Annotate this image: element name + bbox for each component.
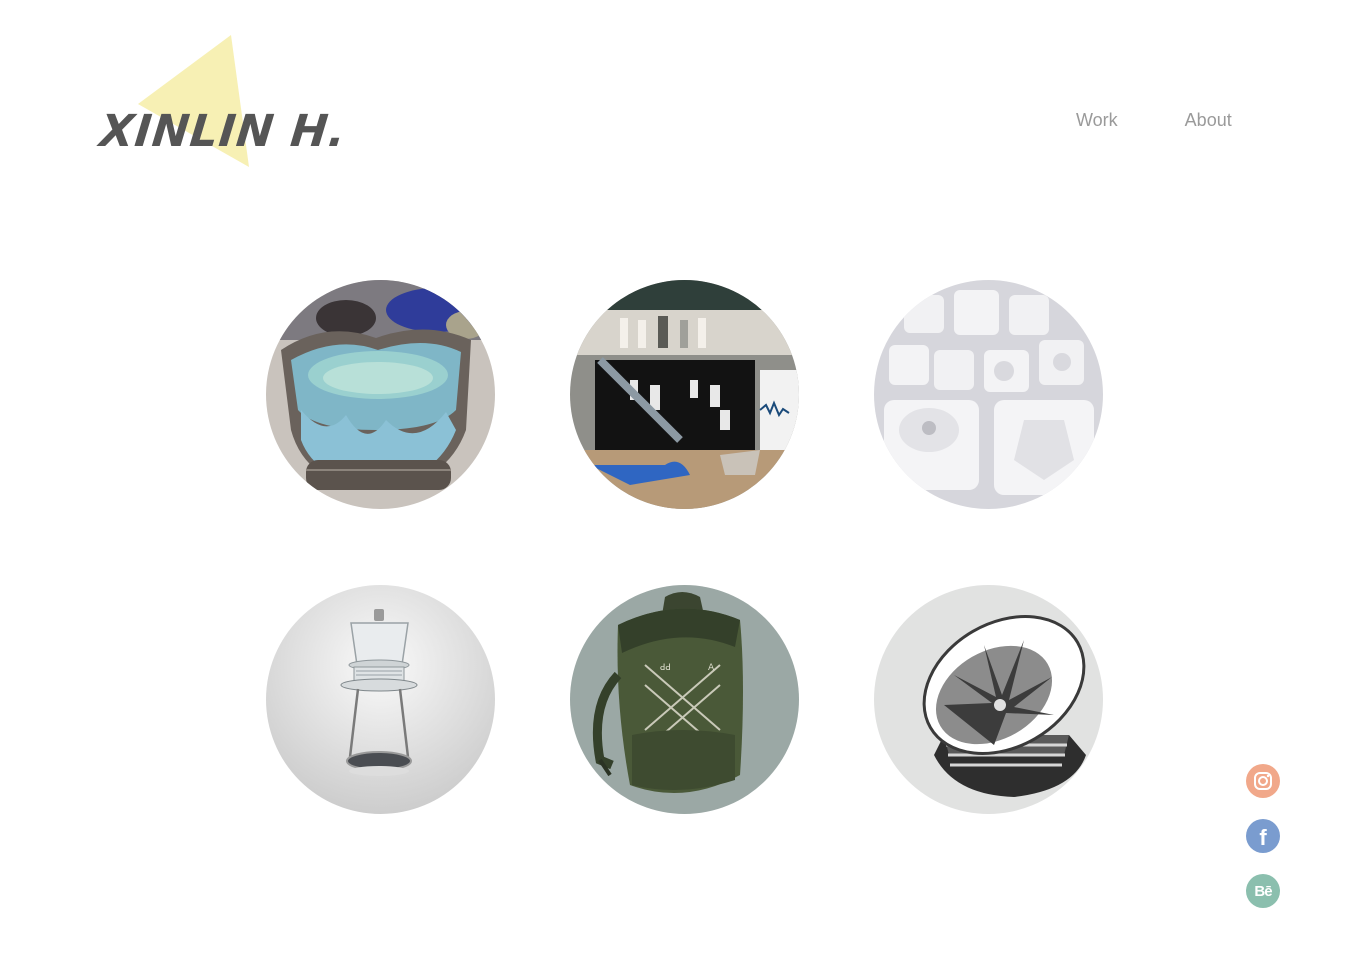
behance-icon[interactable]: Bē: [1246, 874, 1280, 908]
main-nav: Work About: [1076, 110, 1232, 131]
social-links: f Bē: [1246, 764, 1280, 908]
project-tile-speaker[interactable]: [874, 585, 1103, 814]
project-tile-plaster-molds[interactable]: [874, 280, 1103, 509]
logo-text: XINLIN H.: [97, 106, 349, 157]
page: XINLIN H. Work About ꓒꓒ ꓮ f Bē: [0, 0, 1366, 972]
site-logo[interactable]: XINLIN H.: [96, 32, 349, 172]
svg-text:ꓮ: ꓮ: [708, 663, 715, 673]
instagram-glyph-icon: [1254, 772, 1272, 790]
project-tile-ceramic-bowl[interactable]: [266, 280, 495, 509]
tea-infuser-image: [266, 585, 495, 814]
backpack-image: ꓒꓒ ꓮ: [570, 585, 799, 814]
project-tile-exhibition[interactable]: [570, 280, 799, 509]
nav-link-about[interactable]: About: [1185, 110, 1232, 131]
speaker-image: [874, 585, 1103, 814]
ceramic-bowl-image: [266, 280, 495, 509]
facebook-icon[interactable]: f: [1246, 819, 1280, 853]
project-gallery: ꓒꓒ ꓮ: [266, 280, 1103, 814]
instagram-icon[interactable]: [1246, 764, 1280, 798]
project-tile-backpack[interactable]: ꓒꓒ ꓮ: [570, 585, 799, 814]
behance-glyph-icon: Bē: [1254, 882, 1272, 900]
plaster-molds-image: [874, 280, 1103, 509]
svg-text:ꓒꓒ: ꓒꓒ: [660, 663, 671, 673]
project-tile-tea-infuser[interactable]: [266, 585, 495, 814]
exhibition-image: [570, 280, 799, 509]
facebook-glyph-icon: f: [1259, 825, 1267, 850]
nav-link-work[interactable]: Work: [1076, 110, 1118, 131]
